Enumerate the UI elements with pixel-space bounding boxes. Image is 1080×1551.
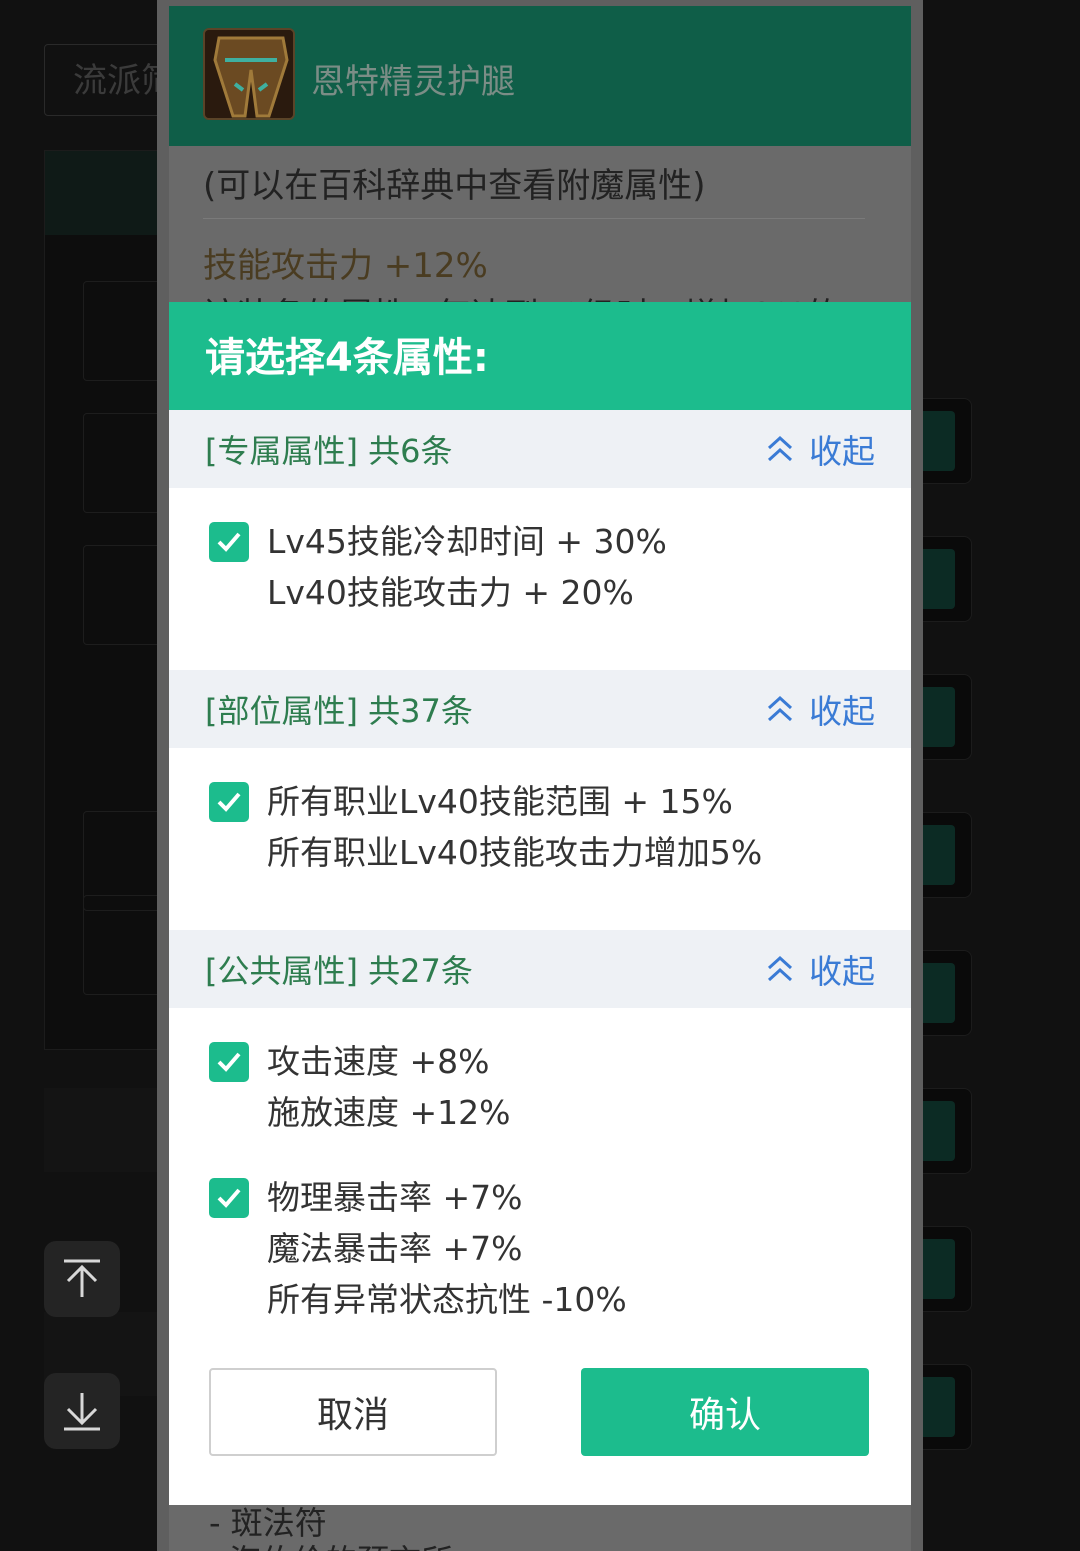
divider [203, 218, 865, 219]
option-line: 施放速度 +12% [267, 1093, 511, 1132]
item-tail-line: 海伯伦的预言所 [229, 1536, 453, 1551]
double-chevron-up-icon [767, 435, 793, 462]
option-line: 魔法暴击率 +7% [267, 1229, 523, 1268]
collapse-label: 收起 [809, 432, 875, 471]
double-chevron-up-icon [767, 955, 793, 982]
option-line: 物理暴击率 +7% [267, 1178, 523, 1217]
section-title: [公共属性] 共27条 [205, 952, 473, 990]
section-header-exclusive: [专属属性] 共6条 收起 [169, 410, 911, 488]
collapse-button[interactable]: 收起 [765, 425, 875, 473]
section-header-common: [公共属性] 共27条 收起 [169, 930, 911, 1008]
checkbox-checked[interactable] [209, 1042, 249, 1082]
attribute-option[interactable]: 物理暴击率 +7% 魔法暴击率 +7% 所有异常状态抗性 -10% [169, 1172, 911, 1325]
item-name: 恩特精灵护腿 [311, 62, 515, 102]
item-stat: 技能攻击力 +12% [203, 246, 488, 286]
checkmark-icon [217, 1188, 241, 1208]
section-body-common: 攻击速度 +8% 施放速度 +12% 物理暴击率 +7% 魔法暴击率 +7% 所… [169, 1008, 911, 1325]
section-header-slot: [部位属性] 共37条 收起 [169, 670, 911, 748]
scroll-to-bottom-button[interactable] [44, 1373, 120, 1449]
item-header: 恩特精灵护腿 [169, 6, 911, 146]
collapse-button[interactable]: 收起 [765, 945, 875, 993]
option-line: 攻击速度 +8% [267, 1042, 490, 1081]
item-note: (可以在百科辞典中查看附魔属性) [203, 166, 706, 206]
collapse-button[interactable]: 收起 [765, 685, 875, 733]
modal-title: 请选择4条属性: [169, 302, 911, 410]
arrow-down-to-bottom-icon [64, 1393, 100, 1431]
checkbox-checked[interactable] [209, 782, 249, 822]
section-body-slot: 所有职业Lv40技能范围 + 15% 所有职业Lv40技能攻击力增加5% [169, 748, 911, 930]
double-chevron-up-icon [767, 695, 793, 722]
option-line: 所有职业Lv40技能攻击力增加5% [267, 833, 763, 872]
collapse-label: 收起 [809, 692, 875, 731]
section-title: [部位属性] 共37条 [205, 692, 473, 730]
option-line: Lv40技能攻击力 + 20% [267, 573, 634, 612]
checkmark-icon [217, 532, 241, 552]
option-line: 所有异常状态抗性 -10% [267, 1280, 627, 1319]
confirm-button[interactable]: 确认 [581, 1368, 869, 1456]
section-body-exclusive: Lv45技能冷却时间 + 30% Lv40技能攻击力 + 20% [169, 488, 911, 670]
attribute-option[interactable]: 所有职业Lv40技能范围 + 15% 所有职业Lv40技能攻击力增加5% [169, 776, 911, 878]
arrow-up-to-top-icon [64, 1259, 100, 1297]
attribute-option[interactable]: Lv45技能冷却时间 + 30% Lv40技能攻击力 + 20% [169, 516, 911, 618]
option-line: Lv45技能冷却时间 + 30% [267, 522, 667, 561]
checkbox-checked[interactable] [209, 1178, 249, 1218]
attribute-option[interactable]: 攻击速度 +8% 施放速度 +12% [169, 1036, 911, 1138]
option-line: 所有职业Lv40技能范围 + 15% [267, 782, 733, 821]
section-title: [专属属性] 共6条 [205, 432, 453, 470]
cancel-button[interactable]: 取消 [209, 1368, 497, 1456]
collapse-label: 收起 [809, 952, 875, 991]
item-leggings-icon [203, 28, 295, 120]
checkmark-icon [217, 1052, 241, 1072]
select-attributes-modal: 请选择4条属性: [专属属性] 共6条 收起 Lv45技能冷却时间 + 30% … [169, 302, 911, 1505]
modal-actions: 取消 确认 [169, 1368, 911, 1458]
item-description-clipped: 该装备的属性L 每达到40级时，增加2%的 [203, 288, 840, 302]
checkbox-checked[interactable] [209, 522, 249, 562]
scroll-to-top-button[interactable] [44, 1241, 120, 1317]
checkmark-icon [217, 792, 241, 812]
